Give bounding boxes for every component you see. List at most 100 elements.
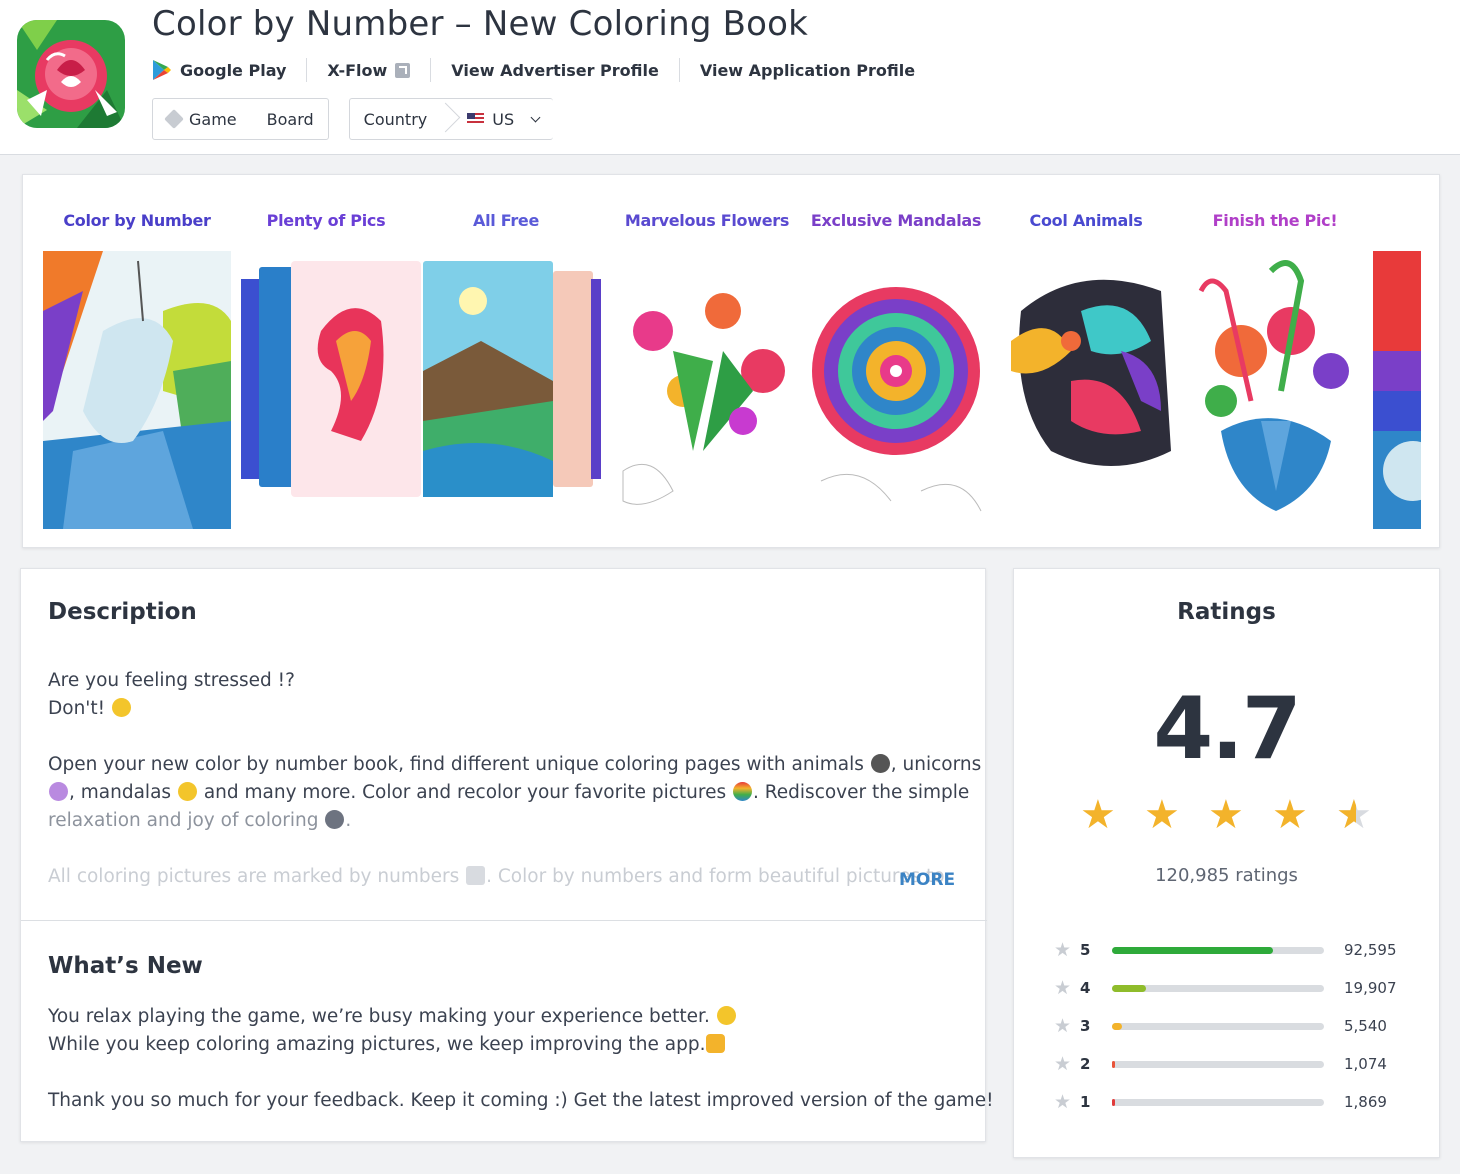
whats-new-text: You relax playing the game, we’re busy m… <box>48 1003 994 1115</box>
screenshot-7-partial[interactable] <box>1373 175 1421 547</box>
unicorn-emoji-icon <box>49 782 68 801</box>
rating-bar-count: 1,074 <box>1344 1055 1387 1073</box>
rating-breakdown: ★ 5 92,595 ★ 4 19,907 ★ 3 5,540 ★ 2 1,074 ★ 1 1,869 <box>1054 931 1414 1121</box>
google-play-label: Google Play <box>180 60 287 80</box>
flexed-biceps-emoji-icon <box>706 1034 726 1053</box>
country-selector[interactable]: Country US <box>348 98 554 140</box>
subcategory-item[interactable]: Board <box>251 110 328 129</box>
x-flow-link[interactable]: X-Flow <box>327 60 411 80</box>
rating-score: 4.7 <box>1153 679 1301 779</box>
rating-bar-row: ★ 1 1,869 <box>1054 1083 1414 1121</box>
panda-emoji-icon <box>870 754 890 773</box>
rating-bar-fill <box>1112 1060 1115 1068</box>
star-icon: ★ <box>1080 792 1116 838</box>
description-line: relaxation and joy of coloring . <box>48 810 352 831</box>
tag-icon <box>164 109 184 129</box>
eagle-image <box>991 251 1181 529</box>
candy-image <box>1181 251 1369 529</box>
description-title: Description <box>48 599 197 625</box>
country-dropdown[interactable]: US <box>455 110 553 129</box>
application-profile-link[interactable]: View Application Profile <box>700 61 915 80</box>
smile-emoji-icon <box>111 698 131 717</box>
screenshot-caption: Finish the Pic! <box>1212 211 1338 230</box>
application-profile-label: View Application Profile <box>699 60 916 80</box>
rating-bar-fill <box>1112 946 1274 954</box>
description-line-text: All coloring pictures are marked by numb… <box>48 866 460 887</box>
plenty-of-pics-image <box>241 251 603 529</box>
x-flow-label: X-Flow <box>327 60 388 80</box>
screenshot-3[interactable]: Marvelous Flowers <box>613 175 801 547</box>
screenshot-5[interactable]: Cool Animals <box>991 175 1181 547</box>
country-label-item: Country <box>350 110 442 129</box>
advertiser-profile-link[interactable]: View Advertiser Profile <box>451 61 659 80</box>
star-icon: ★ <box>1054 1015 1072 1037</box>
rating-bar-row: ★ 5 92,595 <box>1054 931 1414 969</box>
rating-bar-count: 92,595 <box>1344 941 1397 959</box>
more-button[interactable]: MORE <box>899 870 955 890</box>
description-line-text: , mandalas <box>69 782 172 803</box>
category-label: Game <box>189 109 237 129</box>
app-header: Color by Number – New Coloring Book Goog… <box>0 0 1460 155</box>
chevron-separator <box>441 98 455 140</box>
rating-bar-track <box>1112 946 1324 954</box>
description-line-text: Don't! <box>48 698 106 719</box>
screenshot-2[interactable]: Plenty of Pics All Free <box>241 175 603 547</box>
star-level-label: 4 <box>1080 979 1091 997</box>
screenshot-caption: All Free <box>472 211 540 230</box>
rating-bar-track <box>1112 1060 1324 1068</box>
star-icon: ★ <box>1272 792 1308 838</box>
star-icon: ★ <box>1208 792 1244 838</box>
description-line: Open your new color by number book, find… <box>48 751 981 779</box>
screenshot-6[interactable]: Finish the Pic! <box>1181 175 1369 547</box>
whats-new-line-text: You relax playing the game, we’re busy m… <box>48 1006 710 1027</box>
star-level-label: 1 <box>1080 1093 1091 1111</box>
description-line: Are you feeling stressed !? <box>48 670 295 691</box>
chevron-down-icon <box>530 112 541 122</box>
header-links: Google Play X-Flow View Advertiser Profi… <box>152 56 915 84</box>
screenshot-1[interactable]: Color by Number <box>43 175 231 547</box>
grin-emoji-icon <box>177 782 197 801</box>
whats-new-line: While you keep coloring amazing pictures… <box>48 1031 994 1059</box>
rating-stars: ★ ★ ★ ★ ★ ★ <box>1080 795 1372 835</box>
rating-bar-fill <box>1112 1022 1122 1030</box>
partial-image <box>1373 251 1421 529</box>
category-item[interactable]: Game <box>153 109 251 129</box>
screenshot-gallery: Color by Number Plenty of Pics All Free <box>22 174 1440 548</box>
star-level-label: 5 <box>1080 941 1091 959</box>
rating-bar-fill <box>1112 1098 1116 1106</box>
rating-bar-count: 5,540 <box>1344 1017 1387 1035</box>
rating-bar-row: ★ 4 19,907 <box>1054 969 1414 1007</box>
rating-bar-fill <box>1112 984 1146 992</box>
tag-bar: Game Board Country US <box>152 98 554 140</box>
rating-bar-row: ★ 2 1,074 <box>1054 1045 1414 1083</box>
mandala-image <box>801 251 991 529</box>
flowers-image <box>613 251 801 529</box>
star-icon: ★ <box>1054 977 1072 999</box>
star-icon: ★ <box>1054 1053 1072 1075</box>
description-line-text: Open your new color by number book, find… <box>48 754 864 775</box>
half-star-icon: ★ ★ <box>1336 792 1372 838</box>
hug-emoji-icon <box>716 1006 736 1025</box>
description-line: All coloring pictures are marked by numb… <box>48 863 981 891</box>
star-icon: ★ <box>1144 792 1180 838</box>
rating-bar-track <box>1112 1022 1324 1030</box>
star-level-label: 3 <box>1080 1017 1091 1035</box>
advertiser-profile-label: View Advertiser Profile <box>451 60 659 80</box>
whats-new-title: What’s New <box>48 953 203 979</box>
subcategory-label: Board <box>266 109 314 129</box>
description-line-text: . Color by numbers and form beautiful pi… <box>486 866 945 887</box>
description-line-text: , unicorns <box>890 754 982 775</box>
description-line-text: and many more. Color and recolor your fa… <box>203 782 727 803</box>
screenshot-caption: Exclusive Mandalas <box>810 211 982 230</box>
description-line: Don't! <box>48 695 981 723</box>
screenshot-4[interactable]: Exclusive Mandalas <box>801 175 991 547</box>
google-play-link[interactable]: Google Play <box>152 59 286 81</box>
category-tag[interactable]: Game Board <box>152 98 329 140</box>
screenshot-caption: Plenty of Pics <box>266 211 386 230</box>
screenshot-caption: Color by Number <box>63 211 211 230</box>
country-label: Country <box>363 109 428 129</box>
divider <box>306 58 308 82</box>
